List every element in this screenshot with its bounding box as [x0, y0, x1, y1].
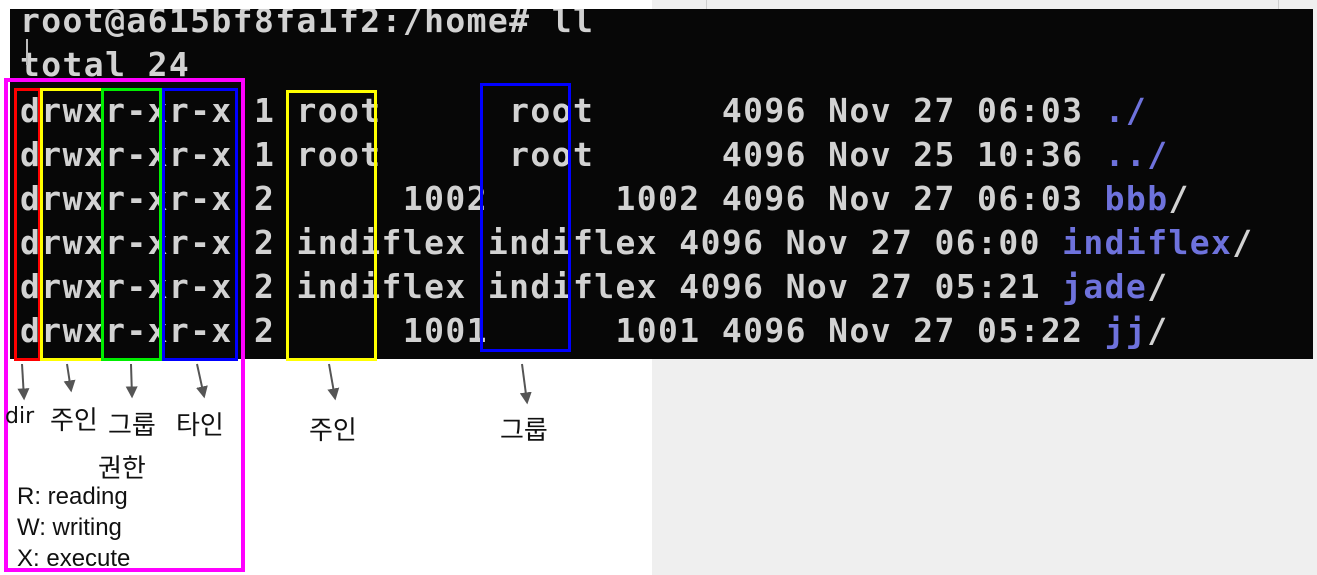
owner-arrow-icon: [327, 363, 340, 401]
dir-label: dir: [5, 404, 35, 429]
group-arrow-icon: [519, 363, 532, 405]
other-permission-label: 타인: [176, 411, 224, 441]
legend-read: R: reading: [17, 483, 128, 510]
legend-execute: X: execute: [17, 545, 131, 572]
group-permission-label: 그룹: [108, 411, 156, 441]
dir-arrow-icon: [17, 363, 30, 401]
annotation-arrows: [17, 363, 532, 405]
group-perm-arrow-icon: [125, 363, 138, 399]
owner-label: 주인: [309, 416, 357, 446]
group-label: 그룹: [500, 416, 548, 446]
owner-perm-arrow-icon: [63, 363, 76, 393]
owner-permission-label: 주인: [50, 406, 98, 436]
other-perm-arrow-icon: [196, 363, 208, 399]
permission-title: 권한: [98, 454, 146, 484]
legend-write: W: writing: [17, 514, 122, 541]
